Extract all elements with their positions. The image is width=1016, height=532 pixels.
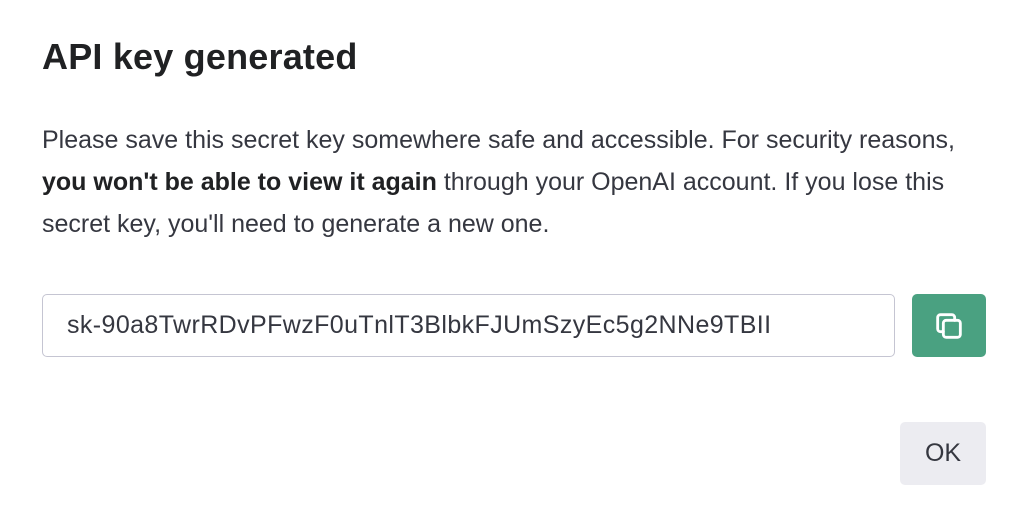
ok-button[interactable]: OK bbox=[900, 422, 986, 485]
dialog-message: Please save this secret key somewhere sa… bbox=[42, 119, 992, 245]
message-text-start: Please save this secret key somewhere sa… bbox=[42, 126, 955, 154]
copy-key-button[interactable] bbox=[912, 294, 986, 357]
secret-key-field[interactable] bbox=[42, 294, 895, 357]
api-key-dialog: API key generated Please save this secre… bbox=[0, 0, 1016, 532]
copy-icon bbox=[932, 309, 966, 343]
dialog-title: API key generated bbox=[42, 36, 358, 77]
message-warning-bold: you won't be able to view it again bbox=[42, 168, 437, 196]
